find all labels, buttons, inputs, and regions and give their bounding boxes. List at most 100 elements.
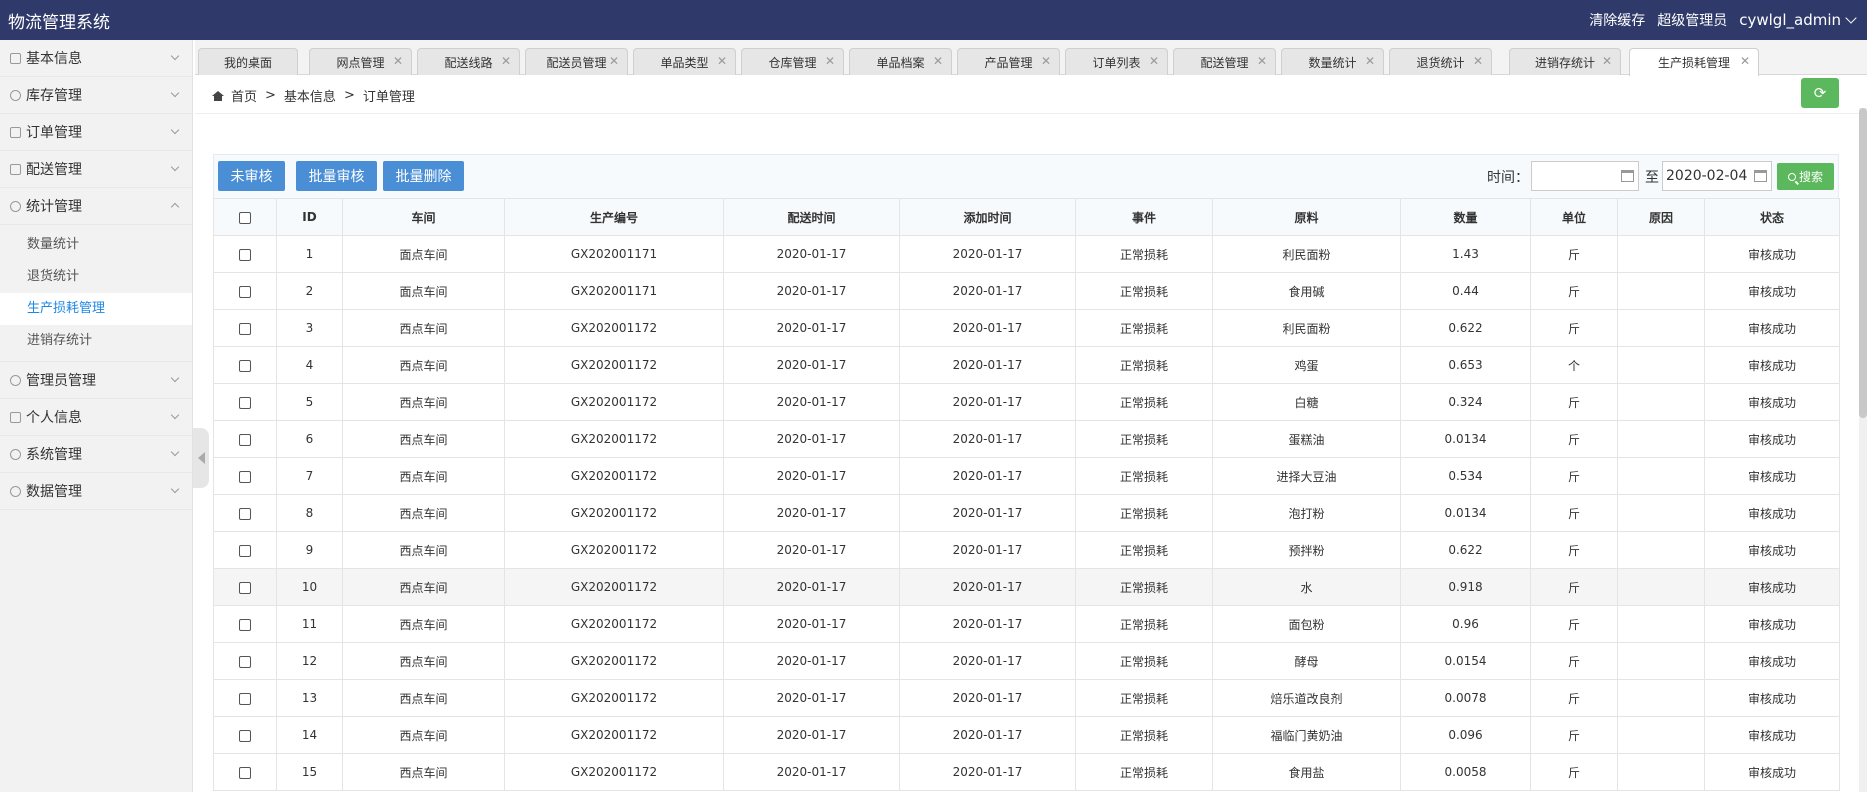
row-checkbox[interactable] (239, 470, 251, 483)
sidebar-item-data[interactable]: 数据管理 (0, 473, 192, 510)
table-row[interactable]: 4 西点车间 GX202001172 2020-01-17 2020-01-17 正常损耗… (213, 346, 1840, 384)
close-icon[interactable]: ✕ (609, 54, 619, 68)
user-menu[interactable]: cywlgl_admin (1739, 11, 1857, 29)
column-header[interactable]: 原料 (1212, 198, 1401, 236)
refresh-button[interactable]: ⟳ (1801, 78, 1839, 108)
tab-inventory-stats[interactable]: 进销存统计 ✕ (1509, 48, 1621, 75)
tab-order-list[interactable]: 订单列表 ✕ (1065, 48, 1168, 75)
tab-couriers[interactable]: 配送员管理 ✕ (525, 48, 628, 75)
sidebar-collapse-handle[interactable] (193, 428, 209, 488)
tab-quantity-stats[interactable]: 数量统计 ✕ (1281, 48, 1384, 75)
table-row[interactable]: 10 西点车间 GX202001172 2020-01-17 2020-01-17 正常损… (213, 568, 1840, 606)
table-row[interactable]: 1 面点车间 GX202001171 2020-01-17 2020-01-17 正常损耗… (213, 235, 1840, 273)
batch-delete-button[interactable]: 批量删除 (383, 161, 464, 191)
column-header[interactable]: 添加时间 (899, 198, 1076, 236)
column-header[interactable]: 生产编号 (504, 198, 724, 236)
column-header[interactable]: 单位 (1530, 198, 1618, 236)
breadcrumb-home[interactable]: 首页 (231, 86, 257, 105)
column-header[interactable]: 车间 (342, 198, 505, 236)
table-row[interactable]: 12 西点车间 GX202001172 2020-01-17 2020-01-17 正常损… (213, 642, 1840, 680)
column-header[interactable]: 配送时间 (723, 198, 900, 236)
chevron-down-icon (170, 373, 180, 383)
scrollbar-thumb[interactable] (1859, 108, 1867, 418)
clear-cache-link[interactable]: 清除缓存 (1589, 10, 1645, 30)
tab-item-types[interactable]: 单品类型 ✕ (633, 48, 736, 75)
column-header[interactable]: ID (276, 198, 343, 236)
date-from-input[interactable] (1531, 161, 1639, 191)
batch-review-button[interactable]: 批量审核 (296, 161, 377, 191)
submenu-item-production-loss[interactable]: 生产损耗管理 (0, 293, 192, 325)
tab-outlets[interactable]: 网点管理 ✕ (309, 48, 412, 75)
table-cell (1617, 309, 1705, 347)
close-icon[interactable]: ✕ (1257, 54, 1267, 68)
tab-products[interactable]: 产品管理 ✕ (957, 48, 1060, 75)
close-icon[interactable]: ✕ (1149, 54, 1159, 68)
search-button[interactable]: 搜索 (1777, 163, 1834, 190)
sidebar-item-statistics[interactable]: 统计管理 (0, 188, 192, 225)
table-cell: 福临门黄奶油 (1212, 716, 1401, 754)
close-icon[interactable]: ✕ (825, 54, 835, 68)
row-checkbox[interactable] (239, 396, 251, 409)
row-checkbox[interactable] (239, 359, 251, 372)
page-scrollbar[interactable] (1859, 108, 1867, 792)
row-checkbox[interactable] (239, 692, 251, 705)
sidebar-item-inventory[interactable]: 库存管理 (0, 77, 192, 114)
tab-routes[interactable]: 配送线路 ✕ (417, 48, 520, 75)
sidebar-item-profile[interactable]: 个人信息 (0, 399, 192, 436)
sidebar-item-delivery[interactable]: 配送管理 (0, 151, 192, 188)
sidebar-item-system[interactable]: 系统管理 (0, 436, 192, 473)
close-icon[interactable]: ✕ (393, 54, 403, 68)
close-icon[interactable]: ✕ (1473, 54, 1483, 68)
statistics-submenu: 数量统计 退货统计 生产损耗管理 进销存统计 (0, 225, 192, 362)
tab-delivery[interactable]: 配送管理 ✕ (1173, 48, 1276, 75)
select-all-checkbox[interactable] (239, 211, 251, 224)
table-row[interactable]: 7 西点车间 GX202001172 2020-01-17 2020-01-17 正常损耗… (213, 457, 1840, 495)
table-row[interactable]: 5 西点车间 GX202001172 2020-01-17 2020-01-17 正常损耗… (213, 383, 1840, 421)
close-icon[interactable]: ✕ (1041, 54, 1051, 68)
table-row[interactable]: 11 西点车间 GX202001172 2020-01-17 2020-01-17 正常损… (213, 605, 1840, 643)
column-header[interactable]: 原因 (1617, 198, 1705, 236)
sidebar-item-orders[interactable]: 订单管理 (0, 114, 192, 151)
sidebar-item-admin[interactable]: 管理员管理 (0, 362, 192, 399)
row-checkbox[interactable] (239, 766, 251, 779)
table-row[interactable]: 3 西点车间 GX202001172 2020-01-17 2020-01-17 正常损耗… (213, 309, 1840, 347)
table-row[interactable]: 6 西点车间 GX202001172 2020-01-17 2020-01-17 正常损耗… (213, 420, 1840, 458)
column-header[interactable]: 状态 (1704, 198, 1840, 236)
submenu-item-quantity-stats[interactable]: 数量统计 (0, 229, 192, 261)
close-icon[interactable]: ✕ (501, 54, 511, 68)
close-icon[interactable]: ✕ (1365, 54, 1375, 68)
row-checkbox[interactable] (239, 433, 251, 446)
table-row[interactable]: 13 西点车间 GX202001172 2020-01-17 2020-01-17 正常损… (213, 679, 1840, 717)
sidebar-item-basic-info[interactable]: 基本信息 (0, 40, 192, 77)
table-row[interactable]: 14 西点车间 GX202001172 2020-01-17 2020-01-17 正常损… (213, 716, 1840, 754)
row-checkbox[interactable] (239, 729, 251, 742)
table-row[interactable]: 9 西点车间 GX202001172 2020-01-17 2020-01-17 正常损耗… (213, 531, 1840, 569)
date-to-input[interactable]: 2020-02-04 (1662, 161, 1772, 191)
tab-desktop[interactable]: 我的桌面 (198, 48, 298, 75)
table-row[interactable]: 15 西点车间 GX202001172 2020-01-17 2020-01-17 正常损… (213, 753, 1840, 791)
close-icon[interactable]: ✕ (1740, 54, 1750, 68)
close-icon[interactable]: ✕ (717, 54, 727, 68)
row-checkbox[interactable] (239, 322, 251, 335)
row-checkbox[interactable] (239, 544, 251, 557)
breadcrumb-level1[interactable]: 基本信息 (284, 86, 336, 105)
table-row[interactable]: 2 面点车间 GX202001171 2020-01-17 2020-01-17 正常损耗… (213, 272, 1840, 310)
close-icon[interactable]: ✕ (933, 54, 943, 68)
column-header[interactable]: 事件 (1075, 198, 1213, 236)
close-icon[interactable]: ✕ (1602, 54, 1612, 68)
tab-warehouse[interactable]: 仓库管理 ✕ (741, 48, 844, 75)
row-checkbox[interactable] (239, 618, 251, 631)
table-row[interactable]: 8 西点车间 GX202001172 2020-01-17 2020-01-17 正常损耗… (213, 494, 1840, 532)
unreviewed-button[interactable]: 未审核 (218, 161, 285, 191)
row-checkbox[interactable] (239, 581, 251, 594)
row-checkbox[interactable] (239, 507, 251, 520)
row-checkbox[interactable] (239, 655, 251, 668)
tab-return-stats[interactable]: 退货统计 ✕ (1389, 48, 1492, 75)
column-header[interactable]: 数量 (1400, 198, 1531, 236)
row-checkbox[interactable] (239, 285, 251, 298)
tab-production-loss[interactable]: 生产损耗管理 ✕ (1629, 48, 1759, 76)
row-checkbox[interactable] (239, 248, 251, 261)
submenu-item-return-stats[interactable]: 退货统计 (0, 261, 192, 293)
submenu-item-inventory-stats[interactable]: 进销存统计 (0, 325, 192, 357)
tab-item-archive[interactable]: 单品档案 ✕ (849, 48, 952, 75)
